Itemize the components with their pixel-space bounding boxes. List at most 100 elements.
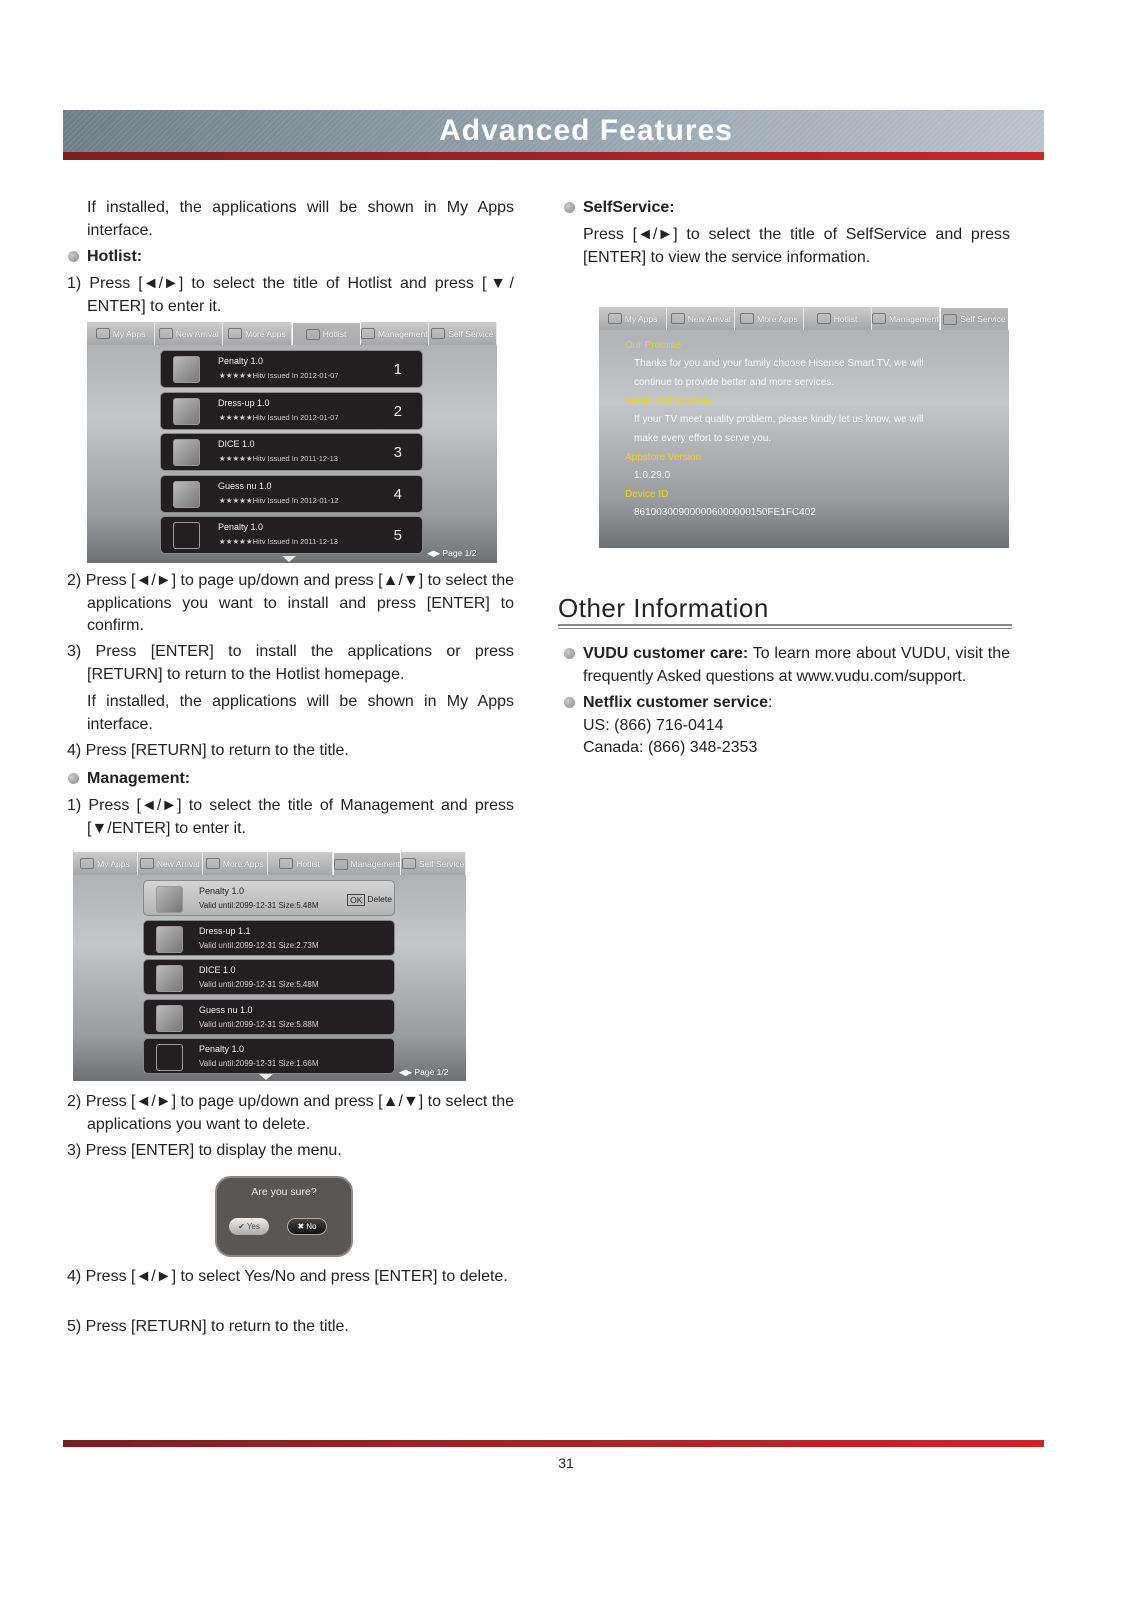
app-title: Penalty 1.0 xyxy=(218,356,264,366)
netflix-colon: : xyxy=(767,694,773,711)
tab-self-service[interactable]: Self Service xyxy=(401,852,466,875)
app-title: Penalty 1.0 xyxy=(218,522,264,532)
banner-red-stripe xyxy=(63,152,1044,160)
app-row[interactable]: Guess nu 1.0 Valid until:2099-12-31 Size:… xyxy=(143,998,395,1035)
tab-hotlist[interactable]: Hotlist xyxy=(804,307,872,330)
app-row[interactable]: Penalty 1.0 Valid until:2099-12-31 Size:5… xyxy=(143,880,395,916)
vudu-label: VUDU customer care: xyxy=(583,645,749,662)
app-info: Valid until:2099-12-31 Size:2.73M xyxy=(199,940,319,950)
service-info-line-2: make every effort to serve you. xyxy=(634,433,772,444)
bullet-icon xyxy=(564,202,575,213)
more-apps-icon xyxy=(205,858,220,869)
app-thumbnail xyxy=(156,925,183,953)
yes-button[interactable]: ✔ Yes xyxy=(229,1218,269,1235)
management-icon xyxy=(333,858,348,870)
management-screenshot: My Apps New Arrival More Apps Hotlist Manage… xyxy=(73,852,466,1081)
tab-label: More Apps xyxy=(222,858,264,869)
tab-label: More Apps xyxy=(245,328,286,339)
tab-label: Self Service xyxy=(448,328,494,339)
delete-button[interactable]: Delete xyxy=(367,894,392,906)
hotlist-note: If installed, the applications will be s… xyxy=(87,693,514,733)
app-row[interactable]: Penalty 1.0 Valid until:2099-12-31 Size:1… xyxy=(143,1038,395,1074)
no-button[interactable]: ✖ No xyxy=(287,1218,327,1235)
tab-more-apps[interactable]: More Apps xyxy=(735,307,804,330)
management-step-2: 2) Press [◄/►] to page up/down and press… xyxy=(67,1093,514,1133)
self-service-icon xyxy=(431,328,446,339)
app-title: DICE 1.0 xyxy=(218,439,255,449)
app-thumbnail xyxy=(173,356,200,383)
selfservice-screenshot: Our Promise Thanks for you and your fami… xyxy=(599,307,1009,548)
bullet-icon xyxy=(68,251,79,262)
app-info: Valid until:2099-12-31 Size:5.88M xyxy=(199,1019,319,1029)
app-row[interactable]: Penalty 1.0 ★★★★★Hitv Issued In 2011-12-1… xyxy=(160,516,423,554)
device-id-heading: Device ID xyxy=(625,489,669,500)
app-row[interactable]: DICE 1.0 Valid until:2099-12-31 Size:5.48… xyxy=(143,959,395,995)
hotlist-step-3: 3) Press [ENTER] to install the applicat… xyxy=(67,643,514,683)
tab-management[interactable]: Management xyxy=(332,852,402,875)
app-rank: 2 xyxy=(393,402,402,420)
promise-heading: Our Promise xyxy=(625,340,682,351)
page-title: Advanced Features xyxy=(439,114,733,147)
tab-label: More Apps xyxy=(757,313,798,324)
tab-hotlist[interactable]: Hotlist xyxy=(291,322,361,345)
app-rank: 1 xyxy=(393,361,402,378)
hotlist-screenshot: My Apps New Arrival More Apps Hotlist Manage… xyxy=(87,322,497,563)
tab-label: New Arrival xyxy=(175,328,219,339)
app-row[interactable]: Penalty 1.0 ★★★★★Hitv Issued In 2012-01-0… xyxy=(160,350,423,388)
hotlist-icon xyxy=(816,313,831,324)
tab-label: Hotlist xyxy=(833,313,858,324)
tab-label: Self Service xyxy=(960,314,1006,324)
app-row[interactable]: DICE 1.0 ★★★★★Hitv Issued In 2011-12-13 3 xyxy=(160,433,423,471)
tab-management[interactable]: Management xyxy=(360,322,429,345)
more-apps-icon xyxy=(740,313,755,324)
app-info: ★★★★★Hitv Issued In 2011-12-13 xyxy=(219,454,338,463)
app-row[interactable]: Guess nu 1.0 ★★★★★Hitv Issued In 2012-01-… xyxy=(160,474,423,513)
netflix-canada-phone: Canada: (866) 348-2353 xyxy=(583,739,758,756)
tab-management[interactable]: Management xyxy=(871,307,940,330)
tab-label: Management xyxy=(377,328,428,339)
app-thumbnail xyxy=(156,1004,183,1032)
intro-text: If installed, the applications will be s… xyxy=(87,199,514,239)
page-indicator: ◀▶ Page 1/2 xyxy=(399,1067,449,1077)
tab-label: Management xyxy=(350,859,401,869)
tab-label: Self Service xyxy=(418,858,465,869)
tab-my-apps[interactable]: My Apps xyxy=(599,307,668,330)
x-icon: ✖ xyxy=(297,1222,305,1231)
tab-more-apps[interactable]: More Apps xyxy=(203,852,268,875)
tab-more-apps[interactable]: More Apps xyxy=(223,322,292,345)
app-thumbnail xyxy=(173,480,200,508)
app-row[interactable]: Dress-up 1.0 ★★★★★Hitv Issued In 2012-01-… xyxy=(160,391,423,430)
ok-button[interactable]: OK xyxy=(347,894,366,906)
tab-my-apps[interactable]: My Apps xyxy=(73,852,138,875)
tab-self-service[interactable]: Self Service xyxy=(939,307,1009,330)
service-info-heading: Service Information xyxy=(625,396,712,407)
tab-new-arrival[interactable]: New Arrival xyxy=(667,307,736,330)
hotlist-step-2: 2) Press [◄/►] to page up/down and press… xyxy=(67,572,514,634)
tab-hotlist[interactable]: Hotlist xyxy=(268,852,333,875)
tab-label: Hotlist xyxy=(296,858,320,869)
app-thumbnail xyxy=(173,397,200,425)
app-rank: 3 xyxy=(393,444,402,461)
tab-label: Management xyxy=(888,313,939,324)
version-heading: Appstore Version xyxy=(625,452,702,463)
my-apps-icon xyxy=(607,313,622,324)
app-info: ★★★★★Hitv Issued In 2012-01-07 xyxy=(219,371,339,380)
tab-label: Hotlist xyxy=(322,329,347,339)
management-icon xyxy=(871,313,886,324)
tab-bar: My Apps New Arrival More Apps Hotlist Manage… xyxy=(73,852,466,875)
promise-line-1: Thanks for you and your family choose Hi… xyxy=(634,358,924,369)
service-info-line-1: If your TV meet quality problem, please … xyxy=(634,414,924,425)
page-number: 31 xyxy=(558,1455,574,1471)
app-thumbnail xyxy=(173,522,200,549)
more-apps-icon xyxy=(228,328,243,339)
scroll-down-icon xyxy=(282,556,296,562)
app-row[interactable]: Dress-up 1.1 Valid until:2099-12-31 Size:… xyxy=(143,919,395,956)
no-label: No xyxy=(306,1222,317,1231)
tab-new-arrival[interactable]: New Arrival xyxy=(138,852,203,875)
heading-text: Management: xyxy=(87,770,191,787)
tab-self-service[interactable]: Self Service xyxy=(429,322,497,345)
tab-my-apps[interactable]: My Apps xyxy=(87,322,156,345)
app-info: ★★★★★Hitv Issued In 2012-01-07 xyxy=(219,412,339,422)
page-indicator: ◀▶ Page 1/2 xyxy=(427,548,477,558)
tab-new-arrival[interactable]: New Arrival xyxy=(155,322,224,345)
